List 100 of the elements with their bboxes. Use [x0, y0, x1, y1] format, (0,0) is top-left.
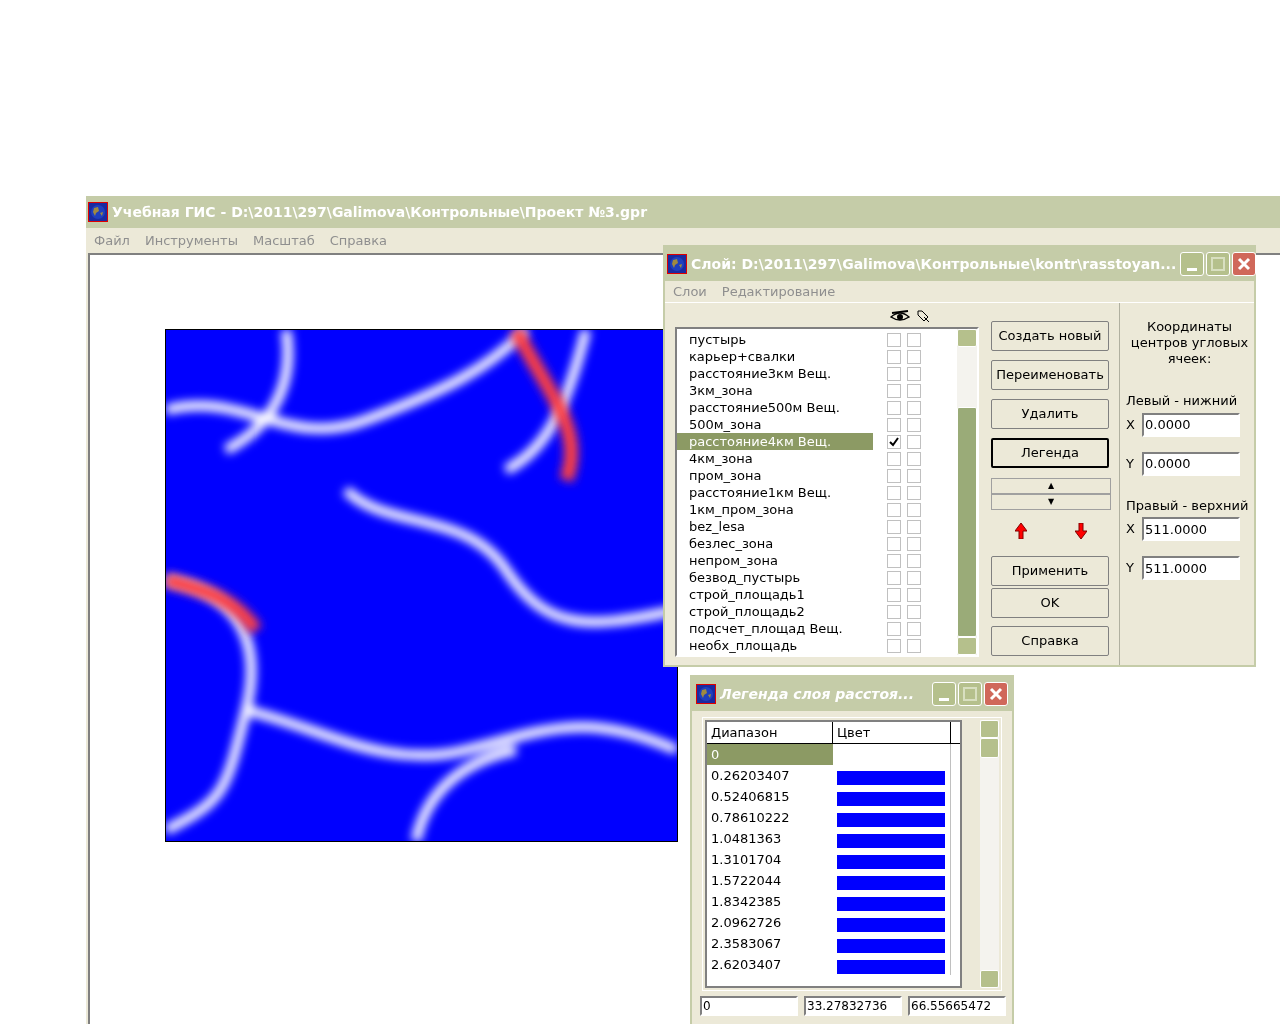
dialog-button[interactable]: Удалить [991, 399, 1109, 429]
pin-checkbox[interactable] [907, 621, 921, 636]
arrow-down-icon[interactable] [1075, 523, 1087, 539]
range-cell[interactable]: 0.26203407 [707, 765, 833, 786]
pin-checkbox[interactable] [907, 366, 921, 381]
pin-checkbox[interactable] [907, 383, 921, 398]
corner-label: Правый - верхний [1126, 496, 1250, 515]
coordinate-field[interactable]: 0.0000 [1142, 451, 1240, 476]
pin-checkbox[interactable] [907, 519, 921, 534]
layer-item[interactable]: расстояние1км Вещ. [677, 484, 873, 501]
layer-item[interactable]: подсчет_площад Вещ. [677, 620, 873, 637]
dialog-button[interactable]: Легенда [991, 438, 1109, 468]
layer-item[interactable]: 4км_зона [677, 450, 873, 467]
arrow-up-icon[interactable] [1015, 523, 1027, 539]
layer-item[interactable]: безлес_зона [677, 535, 873, 552]
value-field[interactable]: 0 [700, 996, 798, 1016]
visibility-checkbox[interactable] [887, 638, 901, 653]
layer-item[interactable]: пустырь [677, 331, 873, 348]
move-button[interactable]: ▼ [991, 494, 1111, 510]
range-cell[interactable]: 2.6203407 [707, 954, 833, 975]
coordinates-heading: Координаты центров угловых ячеек: [1129, 319, 1250, 367]
layer-item[interactable]: строй_площадь2 [677, 603, 873, 620]
pin-checkbox[interactable] [907, 451, 921, 466]
close-icon [1236, 256, 1253, 272]
layer-item[interactable]: 500м_зона [677, 416, 873, 433]
layer-item[interactable]: bez_lesa [677, 518, 873, 535]
visibility-checkbox[interactable] [887, 417, 901, 432]
visibility-checkbox[interactable] [887, 587, 901, 602]
pin-checkbox[interactable] [907, 553, 921, 568]
layer-item[interactable]: строй_площадь1 [677, 586, 873, 603]
dialog-button[interactable]: Применить [991, 556, 1109, 586]
visibility-checkbox[interactable] [887, 536, 901, 551]
visibility-checkbox[interactable] [887, 468, 901, 483]
scrollbar[interactable] [957, 329, 977, 655]
layer-item[interactable]: безвод_пустырь [677, 569, 873, 586]
corner-label: Левый - нижний [1126, 392, 1239, 410]
visibility-checkbox[interactable] [887, 621, 901, 636]
dialog-button[interactable]: Переименовать [991, 360, 1109, 390]
visibility-checkbox[interactable] [887, 349, 901, 364]
visibility-checkbox[interactable] [887, 366, 901, 381]
close-button[interactable] [1232, 252, 1257, 276]
eye-icon [890, 309, 910, 323]
pin-checkbox[interactable] [907, 400, 921, 415]
pin-checkbox[interactable] [907, 434, 921, 449]
dialog-button[interactable]: OK [991, 588, 1109, 618]
pin-checkbox[interactable] [907, 349, 921, 364]
visibility-checkbox[interactable] [887, 519, 901, 534]
visibility-checkbox[interactable] [887, 604, 901, 619]
scrollbar[interactable] [979, 720, 999, 988]
pin-checkbox[interactable] [907, 587, 921, 602]
visibility-checkbox[interactable] [887, 502, 901, 517]
pin-checkbox[interactable] [907, 417, 921, 432]
coordinate-field[interactable]: 511.0000 [1142, 517, 1240, 541]
column-header: Диапазон [707, 722, 833, 743]
globe-icon [88, 202, 108, 222]
layer-item[interactable]: карьер+свалки [677, 348, 873, 365]
layer-item[interactable]: пром_зона [677, 467, 873, 484]
coordinate-field[interactable]: 511.0000 [1142, 556, 1240, 580]
visibility-checkbox[interactable] [887, 383, 901, 398]
dialog-button[interactable]: Создать новый [991, 321, 1109, 351]
value-field[interactable]: 33.27832736 [804, 996, 902, 1016]
move-button[interactable]: ▲ [991, 478, 1111, 494]
layer-item[interactable]: расстояние500м Вещ. [677, 399, 873, 416]
range-cell[interactable]: 2.0962726 [707, 912, 833, 933]
pin-checkbox[interactable] [907, 468, 921, 483]
visibility-checkbox[interactable] [887, 570, 901, 585]
maximize-button[interactable] [1206, 252, 1231, 276]
range-cell[interactable]: 1.5722044 [707, 870, 833, 891]
layer-item[interactable]: 1км_пром_зона [677, 501, 873, 518]
pin-checkbox[interactable] [907, 570, 921, 585]
pin-checkbox[interactable] [907, 502, 921, 517]
layer-item[interactable]: необх_площадь [677, 637, 873, 654]
range-cell[interactable]: 0.52406815 [707, 786, 833, 807]
layer-item[interactable]: 3км_зона [677, 382, 873, 399]
close-button[interactable] [984, 682, 1008, 706]
pin-checkbox[interactable] [907, 638, 921, 653]
visibility-checkbox[interactable] [887, 553, 901, 568]
visibility-checkbox[interactable] [887, 332, 901, 347]
range-cell[interactable]: 1.0481363 [707, 828, 833, 849]
maximize-button[interactable] [958, 682, 982, 706]
layer-item[interactable]: расстояние3км Вещ. [677, 365, 873, 382]
visibility-checkbox[interactable] [887, 434, 901, 449]
visibility-checkbox[interactable] [887, 400, 901, 415]
value-field[interactable]: 66.55665472 [908, 996, 1006, 1016]
pin-checkbox[interactable] [907, 332, 921, 347]
window-title: Учебная ГИС - D:\2011\297\Galimova\Контрольные\Проект №3.gpr [112, 202, 648, 222]
visibility-checkbox[interactable] [887, 485, 901, 500]
range-cell[interactable]: 0.78610222 [707, 807, 833, 828]
range-cell[interactable]: 2.3583067 [707, 933, 833, 954]
pin-checkbox[interactable] [907, 536, 921, 551]
minimize-button[interactable] [932, 682, 956, 706]
coordinate-field[interactable]: 0.0000 [1142, 412, 1240, 437]
dialog-button[interactable]: Справка [991, 626, 1109, 656]
pin-checkbox[interactable] [907, 485, 921, 500]
range-cell[interactable]: 1.3101704 [707, 849, 833, 870]
visibility-checkbox[interactable] [887, 451, 901, 466]
range-cell[interactable]: 1.8342385 [707, 891, 833, 912]
minimize-button[interactable] [1180, 252, 1205, 276]
pin-checkbox[interactable] [907, 604, 921, 619]
layer-item[interactable]: непром_зона [677, 552, 873, 569]
